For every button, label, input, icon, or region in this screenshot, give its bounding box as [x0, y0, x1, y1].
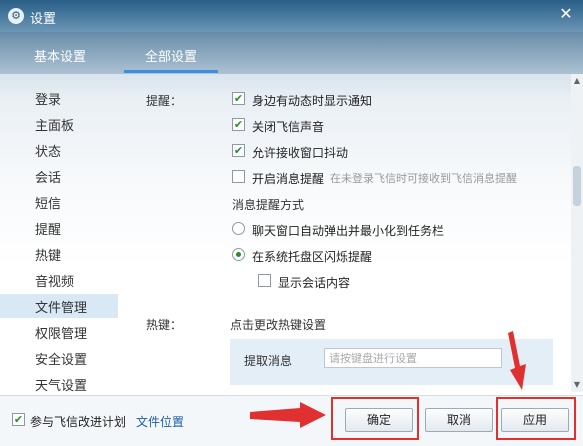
arrow-to-ok-icon: [250, 402, 326, 428]
annotation-arrows: [250, 331, 526, 428]
settings-window: ⚙ 设置 ✕ 基本设置 全部设置 登录 主面板 状态 会话 短信 提醒 热键 音…: [0, 0, 583, 446]
arrow-to-apply-icon: [508, 331, 526, 390]
